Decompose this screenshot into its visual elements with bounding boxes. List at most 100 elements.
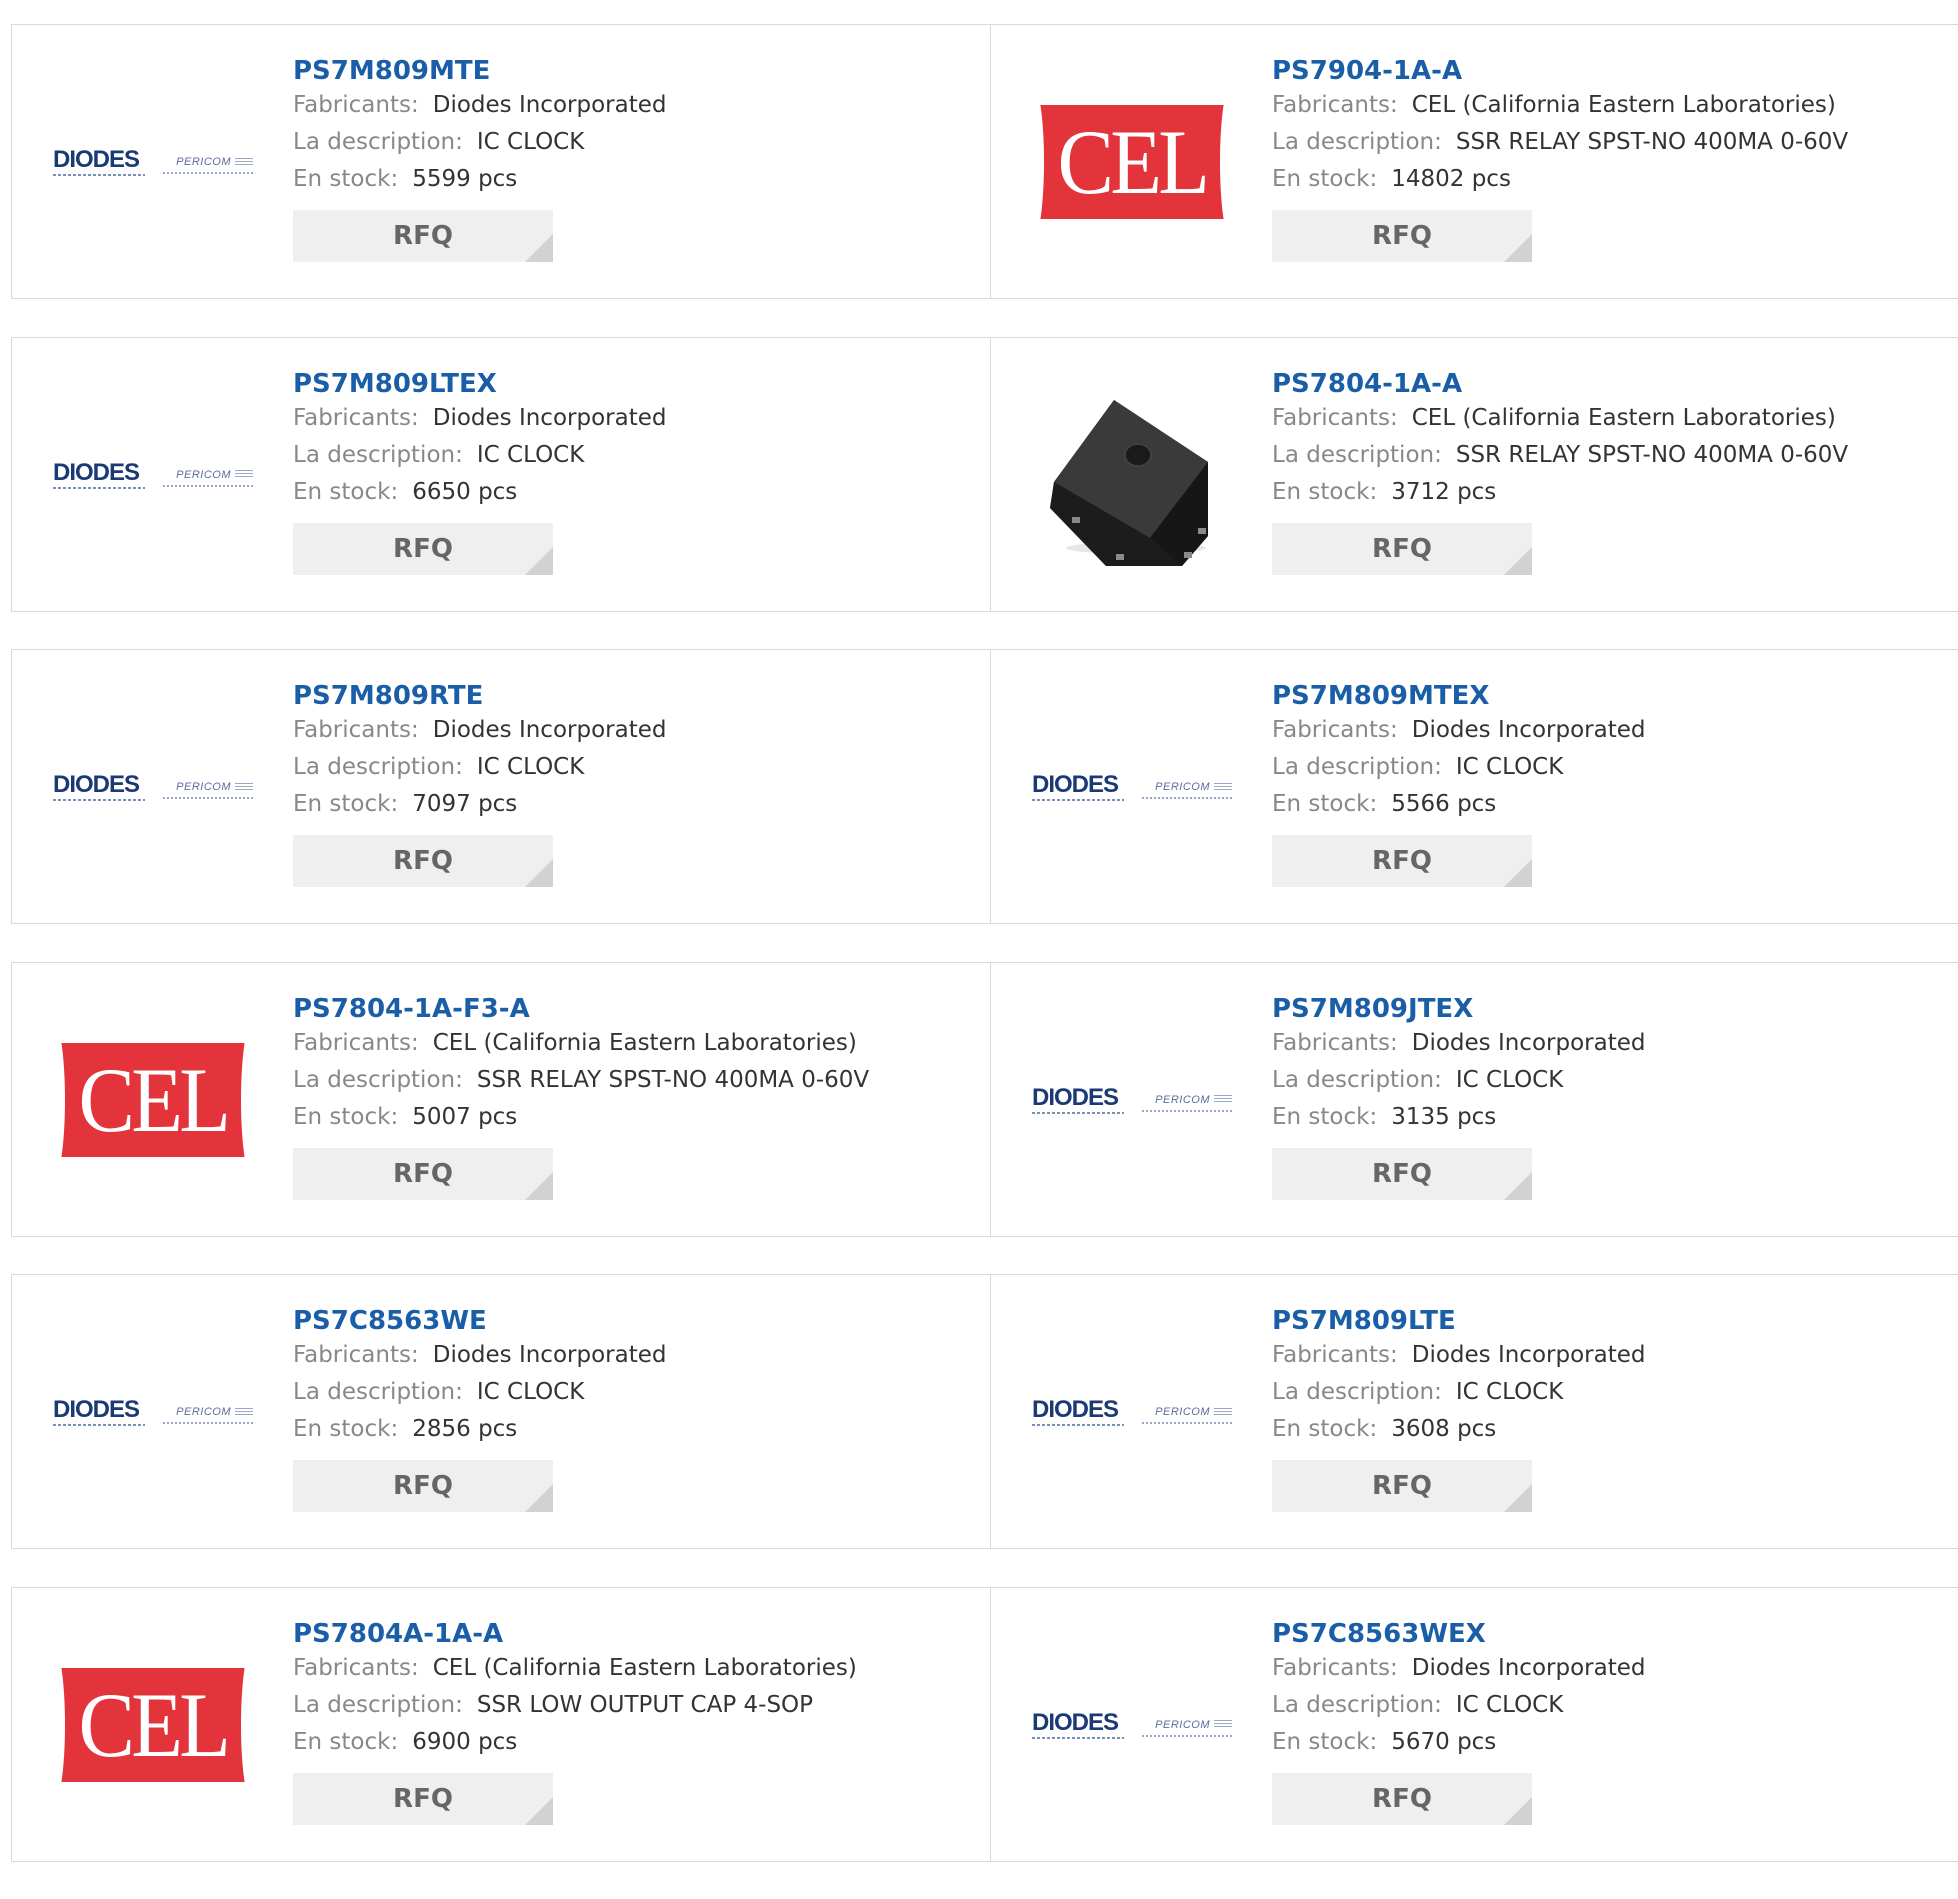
manufacturer-value: CEL (California Eastern Laboratories) — [1411, 404, 1836, 431]
stock-value: 2856 pcs — [412, 1416, 518, 1442]
product-row: DIODES PERICOM PS7M809RTE Fabricants: Diod… — [11, 649, 1958, 924]
product-image[interactable]: DIODES PERICOM — [1032, 728, 1232, 846]
product-image[interactable]: DIODES PERICOM — [1032, 1353, 1232, 1471]
part-number-link[interactable]: PS7M809RTE — [293, 680, 666, 712]
description-value: IC CLOCK — [1455, 1066, 1564, 1093]
product-card: CEL PS7904-1A-A Fabricants: CEL (Californi… — [991, 25, 1958, 298]
product-info: PS7804-1A-F3-A Fabricants: CEL (California… — [293, 993, 869, 1200]
diodes-logo-text: DIODES — [1032, 1708, 1119, 1736]
manufacturer-value: Diodes Incorporated — [432, 717, 667, 743]
stock-value: 14802 pcs — [1391, 166, 1511, 192]
pericom-logo-text: PERICOM — [1155, 1406, 1210, 1418]
description-line: La description: IC CLOCK — [1272, 1062, 1645, 1099]
product-info: PS7804A-1A-A Fabricants: CEL (California E… — [293, 1618, 857, 1825]
corner-triangle-icon — [1504, 1171, 1532, 1200]
stock-line: En stock: 5007 pcs — [293, 1099, 869, 1136]
product-image[interactable] — [1032, 377, 1232, 578]
part-number-link[interactable]: PS7C8563WEX — [1272, 1618, 1645, 1650]
manufacturer-line: Fabricants: Diodes Incorporated — [1272, 1337, 1645, 1374]
pericom-logo-text: PERICOM — [176, 156, 231, 168]
rfq-button[interactable]: RFQ — [293, 1147, 553, 1200]
part-number-link[interactable]: PS7804-1A-F3-A — [293, 993, 869, 1025]
corner-triangle-icon — [525, 234, 553, 262]
description-label: La description: — [293, 129, 463, 155]
description-value: IC CLOCK — [1455, 1691, 1564, 1718]
pericom-logo-text: PERICOM — [1155, 1093, 1210, 1106]
description-line: La description: IC CLOCK — [293, 437, 666, 474]
rfq-button[interactable]: RFQ — [293, 1772, 553, 1825]
rfq-button[interactable]: RFQ — [1272, 210, 1532, 262]
description-value: IC CLOCK — [476, 754, 585, 780]
diodes-logo-text: DIODES — [53, 1396, 140, 1423]
manufacturer-value: Diodes Incorporated — [1411, 717, 1646, 743]
pericom-logo-text: PERICOM — [1155, 1718, 1210, 1731]
stock-label: En stock: — [293, 1103, 399, 1130]
part-number-link[interactable]: PS7804A-1A-A — [293, 1618, 857, 1650]
description-line: La description: IC CLOCK — [1272, 1374, 1645, 1411]
part-number-link[interactable]: PS7C8563WE — [293, 1305, 666, 1337]
part-number-link[interactable]: PS7M809MTE — [293, 55, 666, 87]
description-label: La description: — [1272, 129, 1442, 155]
product-image[interactable]: CEL — [53, 1041, 253, 1159]
stock-value: 3712 pcs — [1391, 478, 1497, 505]
product-row: DIODES PERICOM PS7C8563WE Fabricants: Diod… — [11, 1274, 1958, 1549]
rfq-label: RFQ — [393, 846, 453, 876]
rfq-button[interactable]: RFQ — [1272, 835, 1532, 887]
chip-package-image — [1032, 377, 1232, 578]
manufacturer-line: Fabricants: Diodes Incorporated — [293, 400, 666, 437]
product-image[interactable]: CEL — [1032, 103, 1232, 221]
rfq-button[interactable]: RFQ — [1272, 1147, 1532, 1200]
rfq-button[interactable]: RFQ — [1272, 1460, 1532, 1512]
rfq-button[interactable]: RFQ — [1272, 1772, 1532, 1825]
part-number-link[interactable]: PS7M809MTEX — [1272, 680, 1645, 712]
part-number-link[interactable]: PS7904-1A-A — [1272, 55, 1848, 87]
rfq-button[interactable]: RFQ — [293, 210, 553, 262]
diodes-logo: DIODES PERICOM — [1032, 1085, 1232, 1114]
rfq-label: RFQ — [1372, 1158, 1432, 1189]
stock-label: En stock: — [1272, 478, 1378, 505]
rfq-button[interactable]: RFQ — [293, 1460, 553, 1512]
part-number-link[interactable]: PS7804-1A-A — [1272, 368, 1848, 400]
manufacturer-label: Fabricants: — [1272, 1029, 1398, 1056]
product-image[interactable]: CEL — [53, 1666, 253, 1784]
stock-value: 5599 pcs — [412, 166, 518, 192]
description-line: La description: SSR LOW OUTPUT CAP 4-SOP — [293, 1687, 857, 1724]
product-image[interactable]: DIODES PERICOM — [53, 103, 253, 221]
manufacturer-label: Fabricants: — [293, 1654, 419, 1681]
diodes-logo-text: DIODES — [53, 458, 140, 486]
diodes-logo: DIODES PERICOM — [1032, 1398, 1232, 1426]
manufacturer-line: Fabricants: Diodes Incorporated — [1272, 1025, 1645, 1062]
manufacturer-value: CEL (California Eastern Laboratories) — [1411, 92, 1836, 118]
stock-label: En stock: — [1272, 166, 1378, 192]
description-label: La description: — [293, 1379, 463, 1405]
rfq-button[interactable]: RFQ — [293, 522, 553, 575]
part-number-link[interactable]: PS7M809LTE — [1272, 1305, 1645, 1337]
diodes-logo-text: DIODES — [53, 146, 140, 173]
description-label: La description: — [293, 754, 463, 780]
pericom-logo-text: PERICOM — [176, 781, 231, 793]
description-value: SSR RELAY SPST-NO 400MA 0-60V — [1455, 441, 1849, 468]
product-image[interactable]: DIODES PERICOM — [1032, 1666, 1232, 1784]
manufacturer-label: Fabricants: — [1272, 1342, 1398, 1368]
part-number-link[interactable]: PS7M809JTEX — [1272, 993, 1645, 1025]
product-image[interactable]: DIODES PERICOM — [53, 728, 253, 846]
manufacturer-value: Diodes Incorporated — [432, 404, 667, 431]
stock-value: 3135 pcs — [1391, 1103, 1497, 1130]
rfq-button[interactable]: RFQ — [1272, 522, 1532, 575]
product-grid: DIODES PERICOM PS7M809MTE Fabricants: Diod… — [11, 24, 1958, 1899]
rfq-label: RFQ — [393, 221, 453, 251]
rfq-button[interactable]: RFQ — [293, 835, 553, 887]
stock-label: En stock: — [1272, 1416, 1378, 1442]
product-card: DIODES PERICOM PS7M809MTEX Fabricants: Dio… — [991, 650, 1958, 923]
product-image[interactable]: DIODES PERICOM — [53, 416, 253, 534]
stock-value: 7097 pcs — [412, 791, 518, 817]
product-card: PS7804-1A-A Fabricants: CEL (California Ea… — [991, 338, 1958, 611]
manufacturer-label: Fabricants: — [293, 717, 419, 743]
cel-logo: CEL — [53, 1667, 253, 1782]
product-image[interactable]: DIODES PERICOM — [1032, 1041, 1232, 1159]
corner-triangle-icon — [1504, 1796, 1532, 1825]
part-number-link[interactable]: PS7M809LTEX — [293, 368, 666, 400]
product-image[interactable]: DIODES PERICOM — [53, 1353, 253, 1471]
description-label: La description: — [293, 1066, 463, 1093]
corner-triangle-icon — [525, 1171, 553, 1200]
